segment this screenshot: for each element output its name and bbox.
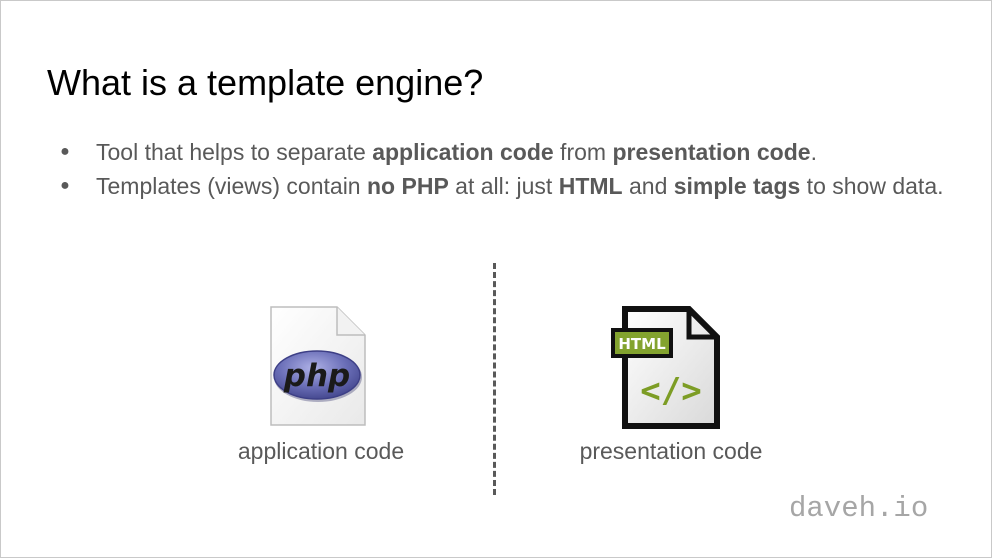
html-badge-label: HTML bbox=[618, 335, 666, 353]
slide: What is a template engine? ● Tool that h… bbox=[0, 0, 992, 558]
slide-title: What is a template engine? bbox=[47, 62, 484, 103]
bullet-text-part: at all: just bbox=[448, 173, 559, 199]
bullet-text-part: and bbox=[622, 173, 674, 199]
bullet-text-part: from bbox=[553, 139, 613, 165]
dashed-divider bbox=[493, 263, 496, 495]
bullet-dot: ● bbox=[60, 177, 70, 194]
presentation-code-caption: presentation code bbox=[579, 438, 763, 464]
bullet-text-part: Templates (views) contain bbox=[96, 173, 367, 199]
html-file-icon: HTML </> bbox=[609, 306, 721, 430]
php-file-icon: php bbox=[265, 305, 369, 429]
bullet-dot: ● bbox=[60, 143, 70, 160]
bullet-text-part: to show data. bbox=[800, 173, 944, 199]
bullet-item: ● Tool that helps to separate applicatio… bbox=[1, 135, 956, 169]
bullet-text-bold: HTML bbox=[558, 173, 623, 199]
php-file-label: php bbox=[283, 358, 350, 394]
bullet-text-bold: application code bbox=[372, 139, 554, 165]
bullet-text-bold: presentation code bbox=[612, 139, 811, 165]
bullet-text-part: . bbox=[810, 139, 817, 165]
bullet-text-part: Tool that helps to separate bbox=[96, 139, 373, 165]
bullet-text-bold: simple tags bbox=[673, 173, 801, 199]
bullet-text: Templates (views) contain no PHP at all:… bbox=[96, 173, 944, 199]
bullet-item: ● Templates (views) contain no PHP at al… bbox=[1, 169, 956, 203]
bullet-text-bold: no PHP bbox=[367, 173, 449, 199]
html-file-svg: HTML </> bbox=[611, 306, 720, 429]
watermark: daveh.io bbox=[789, 492, 929, 525]
html-code-symbol: </> bbox=[640, 371, 701, 411]
bullet-list: ● Tool that helps to separate applicatio… bbox=[1, 135, 991, 203]
application-code-caption: application code bbox=[237, 438, 405, 464]
bullet-text: Tool that helps to separate application … bbox=[96, 139, 817, 165]
php-file-svg: php bbox=[270, 306, 366, 426]
